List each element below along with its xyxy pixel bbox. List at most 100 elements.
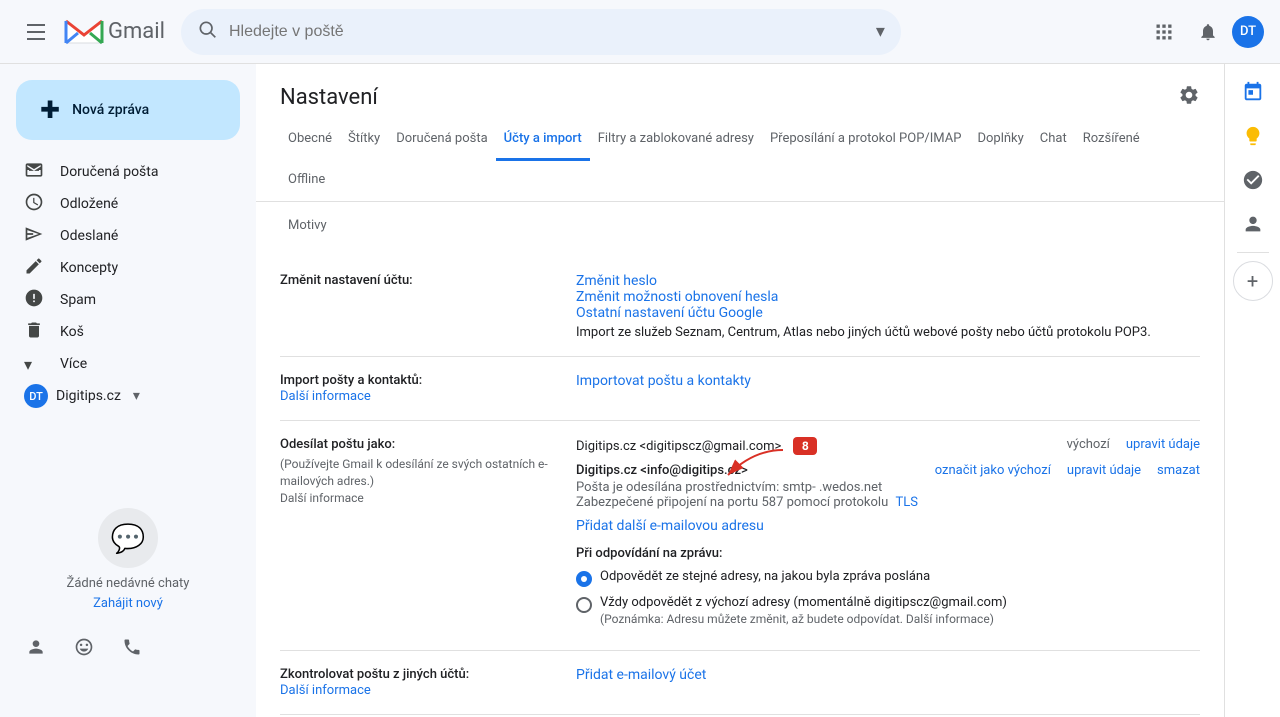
section-change-account: Změnit nastavení účtu: Změnit heslo Změn…: [280, 257, 1200, 357]
reply-label: Při odpovídání na zprávu:: [576, 546, 1200, 561]
tab-offline[interactable]: Offline: [280, 160, 333, 202]
import-description: Import ze služeb Seznam, Centrum, Atlas …: [576, 325, 1200, 340]
tab-inbox[interactable]: Doručená pošta: [388, 119, 495, 161]
topbar: Gmail ▾ DT: [0, 0, 1280, 64]
settings-title: Nastavení: [280, 85, 378, 110]
delete-link[interactable]: smazat: [1157, 463, 1200, 478]
section-send-as: Odesílat poštu jako: (Používejte Gmail k…: [280, 421, 1200, 651]
snoozed-label: Odložené: [60, 196, 118, 212]
search-icon: [197, 19, 217, 44]
sidebar-item-drafts[interactable]: Koncepty: [0, 252, 240, 284]
account-chevron: ▾: [133, 388, 140, 404]
send-as-sublabel: (Používejte Gmail k odesílání ze svých o…: [280, 456, 560, 506]
sub-tabs: Motivy: [256, 202, 1224, 257]
section-value-import: Importovat poštu a kontakty: [576, 373, 1200, 404]
sidebar-bottom-icons: [0, 619, 256, 675]
radio-group: Odpovědět ze stejné adresy, na jakou byl…: [576, 569, 1200, 626]
tab-addons[interactable]: Doplňky: [969, 119, 1031, 161]
check-mail-more-info[interactable]: Další informace: [280, 683, 371, 698]
compose-button[interactable]: ✚ Nová zpráva: [16, 80, 240, 140]
chat-bubble-icon: 💬: [98, 508, 158, 568]
radio-option-1: Odpovědět ze stejné adresy, na jakou byl…: [576, 569, 1200, 587]
add-email-account-link[interactable]: Přidat e-mailový účet: [576, 667, 706, 683]
menu-button[interactable]: [16, 12, 56, 52]
spam-icon: [24, 288, 44, 312]
tls-link[interactable]: TLS: [895, 495, 917, 510]
sidebar: ✚ Nová zpráva Doručená pošta Odložené Od…: [0, 64, 256, 717]
change-password-link[interactable]: Změnit heslo: [576, 273, 657, 289]
edit-details-link-1[interactable]: upravit údaje: [1126, 437, 1200, 452]
chat-empty-text: Žádné nedávné chaty: [16, 576, 240, 591]
section-value-check-mail: Přidat e-mailový účet: [576, 667, 1200, 698]
radio-default-address[interactable]: [576, 597, 592, 613]
inbox-icon: [24, 160, 44, 184]
radio-same-address[interactable]: [576, 571, 592, 587]
tab-advanced[interactable]: Rozšířené: [1075, 119, 1148, 161]
chat-start-link[interactable]: Zahájit nový: [93, 596, 163, 611]
radio-option-2: Vždy odpovědět z výchozí adresy (momentá…: [576, 595, 1200, 626]
sent-icon: [24, 224, 44, 248]
sidebar-item-trash[interactable]: Koš: [0, 316, 240, 348]
section-check-mail: Zkontrolovat poštu z jiných účtů: Další …: [280, 651, 1200, 715]
section-label-check-mail: Zkontrolovat poštu z jiných účtů: Další …: [280, 667, 560, 698]
ssl-info: Zabezpečené připojení na portu 587 pomoc…: [576, 495, 888, 510]
change-recovery-link[interactable]: Změnit možnosti obnovení hesla: [576, 289, 778, 305]
radio-label-1: Odpovědět ze stejné adresy, na jakou byl…: [600, 569, 930, 584]
calendar-icon[interactable]: [1233, 72, 1273, 112]
sidebar-account[interactable]: DT Digitips.cz ▾: [0, 380, 240, 412]
sidebar-item-spam[interactable]: Spam: [0, 284, 240, 316]
import-more-info-link[interactable]: Další informace: [280, 389, 371, 404]
tab-labels[interactable]: Štítky: [340, 119, 388, 161]
radio-label-2: Vždy odpovědět z výchozí adresy (momentá…: [600, 595, 1007, 610]
drafts-label: Koncepty: [60, 260, 118, 276]
more-label: Více: [60, 356, 87, 372]
email-actions-2: označit jako výchozí upravit údaje smaza…: [935, 463, 1200, 478]
settings-content: Změnit nastavení účtu: Změnit heslo Změn…: [256, 257, 1224, 717]
right-sidebar-divider: [1237, 252, 1269, 253]
chat-section: 💬 Žádné nedávné chaty Zahájit nový: [0, 492, 256, 619]
search-input[interactable]: [229, 23, 864, 41]
notifications-icon[interactable]: [1188, 12, 1228, 52]
settings-tabs: Obecné Štítky Doručená pošta Účty a impo…: [256, 119, 1224, 202]
sidebar-item-snoozed[interactable]: Odložené: [0, 188, 240, 220]
apps-icon[interactable]: [1144, 12, 1184, 52]
drafts-icon: [24, 256, 44, 280]
tab-accounts[interactable]: Účty a import: [496, 119, 590, 161]
search-bar[interactable]: ▾: [181, 9, 901, 55]
other-settings-link[interactable]: Ostatní nastavení účtu Google: [576, 305, 763, 321]
import-mail-contacts-link[interactable]: Importovat poštu a kontakty: [576, 373, 751, 389]
more-icon: ▾: [24, 355, 44, 374]
tasks-icon[interactable]: [1233, 160, 1273, 200]
search-dropdown-icon[interactable]: ▾: [876, 21, 885, 42]
sidebar-item-inbox[interactable]: Doručená pošta: [0, 156, 240, 188]
contacts-icon[interactable]: [16, 627, 56, 667]
add-app-icon[interactable]: +: [1233, 261, 1273, 301]
section-label-change-account: Změnit nastavení účtu:: [280, 273, 560, 340]
keep-icon[interactable]: [1233, 116, 1273, 156]
section-label-import: Import pošty a kontaktů: Další informace: [280, 373, 560, 404]
main-layout: ✚ Nová zpráva Doručená pošta Odložené Od…: [0, 64, 1280, 717]
contacts-sidebar-icon[interactable]: [1233, 204, 1273, 244]
right-sidebar: +: [1224, 64, 1280, 717]
avatar[interactable]: DT: [1232, 16, 1264, 48]
set-default-link[interactable]: označit jako výchozí: [935, 463, 1051, 478]
settings-gear-icon[interactable]: [1178, 84, 1200, 111]
topbar-right: DT: [1144, 12, 1264, 52]
add-email-link[interactable]: Přidat další e-mailovou adresu: [576, 518, 764, 534]
radio-note: (Poznámka: Adresu můžete změnit, až bude…: [600, 612, 1007, 626]
account-avatar: DT: [24, 384, 48, 408]
spam-label: Spam: [60, 292, 96, 308]
trash-icon: [24, 320, 44, 344]
sidebar-item-more[interactable]: ▾ Více: [0, 348, 240, 380]
sidebar-item-sent[interactable]: Odeslané: [0, 220, 240, 252]
tab-general[interactable]: Obecné: [280, 119, 340, 161]
tab-chat[interactable]: Chat: [1032, 119, 1075, 161]
phone-icon[interactable]: [112, 627, 152, 667]
smtp-domain: .wedos.net: [819, 480, 882, 495]
tab-filters[interactable]: Filtry a zablokované adresy: [590, 119, 762, 161]
edit-details-link-2[interactable]: upravit údaje: [1067, 463, 1141, 478]
trash-label: Koš: [60, 324, 84, 340]
tab-forwarding[interactable]: Přeposílání a protokol POP/IMAP: [762, 119, 969, 161]
emoji-icon[interactable]: [64, 627, 104, 667]
sub-tab-themes[interactable]: Motivy: [280, 210, 335, 241]
